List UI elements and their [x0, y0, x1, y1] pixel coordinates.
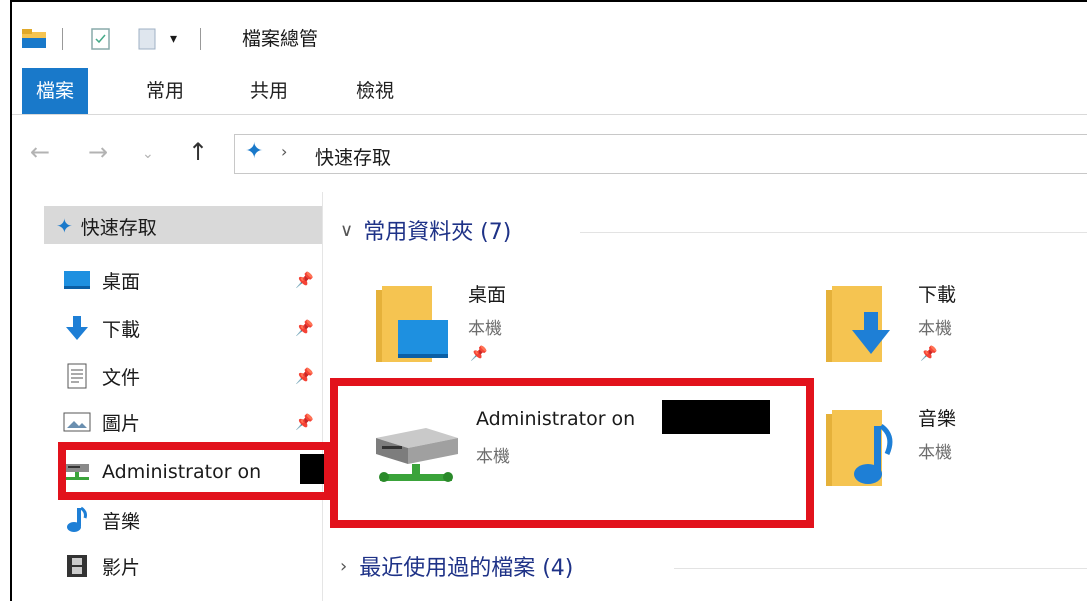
properties-icon[interactable] — [88, 26, 114, 52]
desktop-icon — [64, 271, 90, 289]
folder-app-icon — [22, 29, 46, 48]
nav-item-desktop[interactable]: 桌面 📌 — [62, 260, 324, 300]
highlight-box-nav — [58, 442, 332, 500]
nav-item-music[interactable]: 音樂 — [62, 500, 324, 540]
pin-icon: 📌 — [295, 271, 314, 289]
navigation-bar: ← → ⌄ ↑ ✦ › 快速存取 — [12, 130, 1087, 178]
breadcrumb-quick-access[interactable]: 快速存取 — [315, 143, 391, 170]
downloads-folder-icon — [826, 286, 890, 362]
pin-icon: 📌 — [470, 346, 488, 362]
document-icon — [67, 363, 87, 389]
back-arrow-icon[interactable]: ← — [30, 138, 50, 166]
address-box[interactable]: ✦ › 快速存取 — [234, 134, 1087, 174]
new-folder-icon[interactable] — [136, 26, 158, 52]
star-pin-icon: ✦ — [245, 139, 264, 164]
tab-share[interactable]: 共用 — [250, 68, 288, 114]
pin-icon: 📌 — [295, 319, 314, 337]
forward-arrow-icon[interactable]: → — [88, 138, 108, 166]
music-folder-icon — [826, 410, 893, 486]
redaction-bar — [300, 454, 324, 484]
tab-home[interactable]: 常用 — [146, 68, 184, 114]
navigation-pane: ✦ 快速存取 桌面 📌 下載 📌 文件 📌 圖片 📌 Administrator… — [12, 192, 322, 601]
desktop-folder-icon — [376, 286, 448, 362]
pin-icon: 📌 — [295, 413, 314, 431]
title-bar: ▾ 檔案總管 — [12, 2, 1087, 58]
chevron-down-icon: ∨ — [340, 219, 354, 241]
window-title: 檔案總管 — [242, 28, 319, 50]
nav-item-downloads[interactable]: 下載 📌 — [62, 308, 324, 348]
nav-item-documents[interactable]: 文件 📌 — [62, 356, 324, 396]
pin-icon: 📌 — [920, 346, 938, 362]
chevron-down-icon[interactable]: ▾ — [170, 26, 177, 52]
recent-files-header[interactable]: › 最近使用過的檔案 (4) — [340, 550, 573, 582]
nav-item-videos[interactable]: 影片 — [62, 546, 324, 586]
redaction-bar — [662, 400, 770, 434]
folder-tile-desktop[interactable]: 桌面 本機 📌 — [372, 276, 752, 372]
pin-icon: 📌 — [295, 367, 314, 385]
tab-file[interactable]: 檔案 — [22, 68, 89, 114]
picture-icon — [63, 412, 91, 432]
nav-quick-access[interactable]: ✦ 快速存取 — [56, 206, 318, 246]
music-note-icon — [67, 506, 87, 532]
folder-tile-music[interactable]: 音樂 本機 — [822, 400, 1082, 496]
frequent-folders-header[interactable]: ∨ 常用資料夾 (7) — [340, 214, 511, 246]
ribbon-tabs: 檔案 常用 共用 檢視 — [12, 68, 1087, 115]
nav-item-pictures[interactable]: 圖片 📌 — [62, 402, 324, 442]
up-arrow-icon[interactable]: ↑ — [188, 138, 208, 166]
download-arrow-icon — [66, 316, 88, 340]
recent-chevron-icon[interactable]: ⌄ — [142, 146, 154, 162]
header-rule — [580, 232, 1087, 233]
star-pin-icon: ✦ — [56, 214, 73, 238]
folder-tile-downloads[interactable]: 下載 本機 📌 — [822, 276, 1082, 372]
file-explorer-window: ▾ 檔案總管 檔案 常用 共用 檢視 ← → ⌄ ↑ ✦ › 快速存取 ✦ 快速… — [10, 0, 1087, 601]
chevron-right-icon: › — [340, 555, 348, 577]
header-rule — [674, 568, 1087, 569]
film-icon — [67, 555, 87, 577]
tab-view[interactable]: 檢視 — [356, 68, 394, 114]
breadcrumb-chevron-icon: › — [281, 142, 288, 161]
pane-divider — [322, 192, 323, 601]
